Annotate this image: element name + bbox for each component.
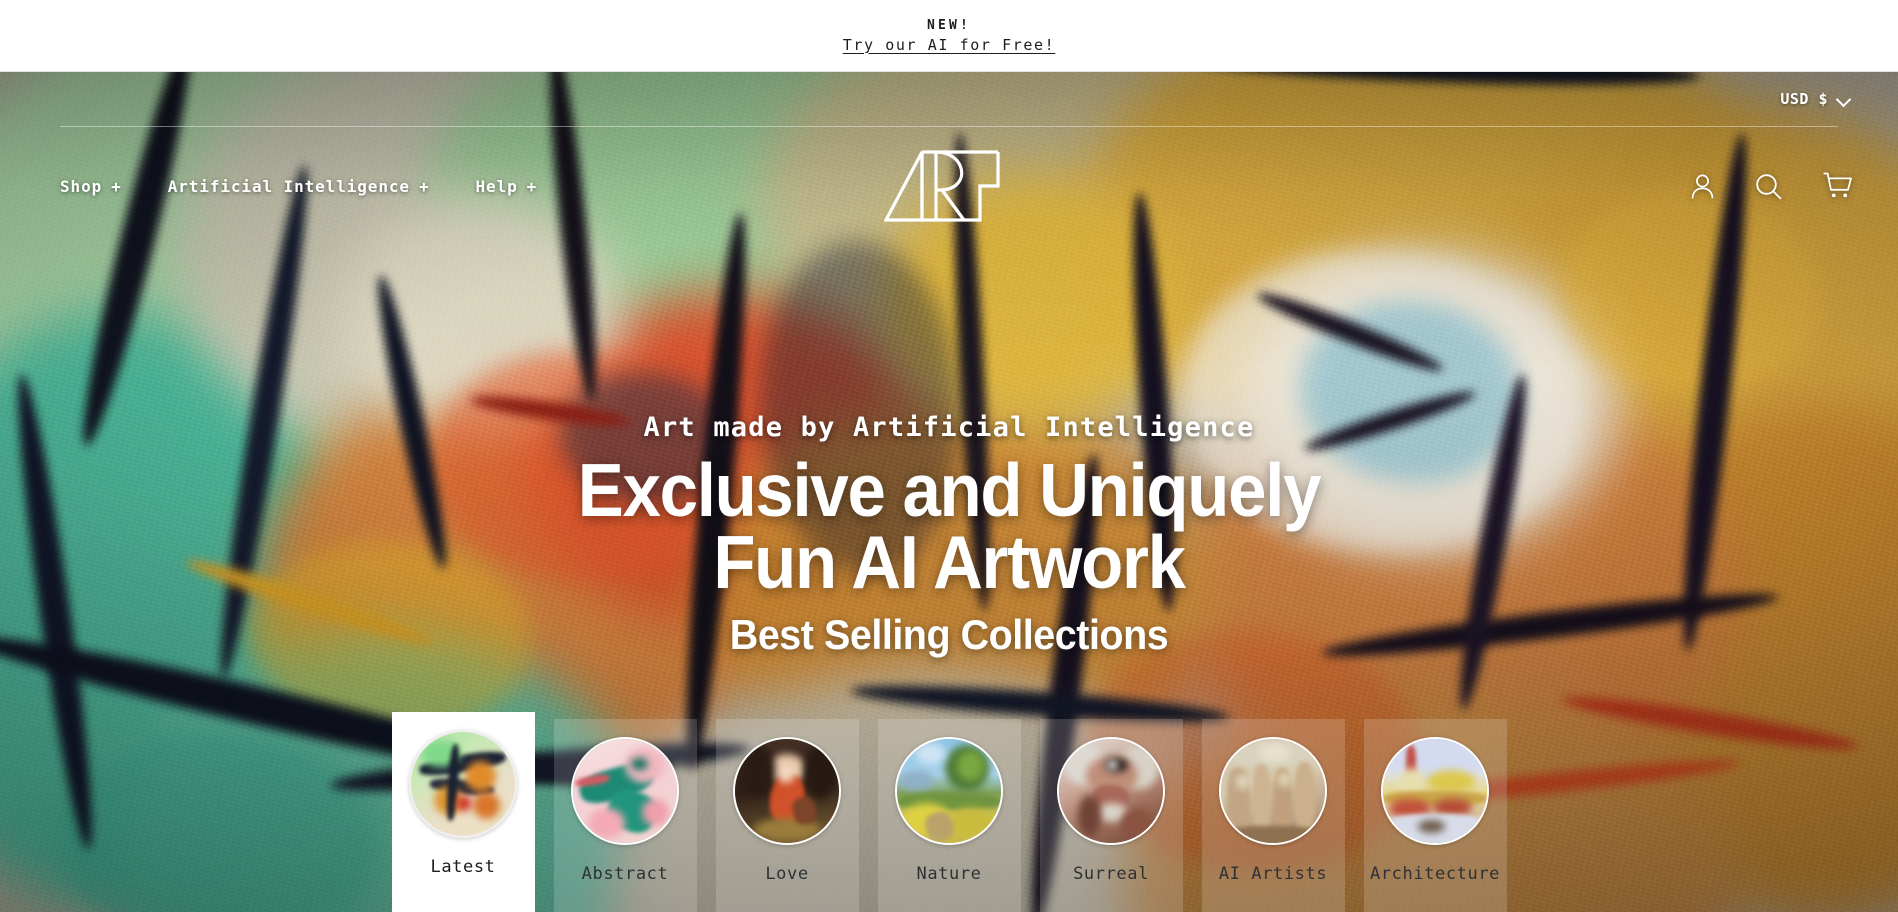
collection-card-nature[interactable]: Nature (877, 719, 1021, 912)
hero-kicker: Art made by Artificial Intelligence (643, 412, 1255, 443)
collection-label: Love (765, 864, 809, 884)
hero-section: USD $ Shop + Artificial Intelligence + Hel… (0, 72, 1898, 912)
collection-thumbnail (1219, 737, 1327, 845)
collection-card-ai-artists[interactable]: AI Artists (1201, 719, 1345, 912)
announcement-cta-link[interactable]: Try our AI for Free! (843, 37, 1056, 53)
collection-label: AI Artists (1218, 864, 1328, 884)
site-logo[interactable] (883, 150, 1014, 222)
announcement-bar: NEW! Try our AI for Free! (0, 0, 1898, 72)
currency-selector[interactable]: USD $ (1780, 90, 1850, 108)
nav-item-help-plus-icon: + (526, 176, 538, 196)
nav-item-artificial-intelligence[interactable]: Artificial Intelligence + (168, 169, 430, 204)
collection-thumbnail (571, 737, 679, 845)
nav-item-shop-plus-icon: + (111, 176, 122, 196)
collections-carousel: Latest Abstract Love Nature Surreal AI A… (0, 712, 1898, 912)
nav-item-shop[interactable]: Shop + (60, 169, 122, 204)
collection-thumbnail (1381, 737, 1489, 845)
search-icon[interactable] (1755, 173, 1782, 200)
hero-copy: Art made by Artificial Intelligence Excl… (0, 412, 1898, 659)
collection-thumbnail (409, 730, 517, 838)
nav-item-ai-label: Artificial Intelligence (167, 176, 410, 196)
art-monogram-icon (883, 150, 1000, 222)
collection-card-latest[interactable]: Latest (391, 712, 535, 912)
site-header: Shop + Artificial Intelligence + Help + (0, 126, 1898, 246)
cart-icon[interactable] (1822, 172, 1852, 200)
collection-label: Nature (916, 864, 982, 884)
nav-item-help-label: Help (475, 176, 518, 196)
nav-item-ai-plus-icon: + (418, 176, 430, 196)
collection-label: Surreal (1073, 864, 1149, 884)
nav-item-shop-label: Shop (60, 176, 103, 196)
collection-thumbnail (1057, 737, 1165, 845)
hero-subheadline: Best Selling Collections (729, 611, 1169, 659)
collection-card-architecture[interactable]: Architecture (1363, 719, 1507, 912)
collection-label: Abstract (581, 864, 669, 884)
nav-item-help[interactable]: Help + (476, 169, 538, 204)
collection-label: Latest (430, 857, 496, 877)
chevron-down-icon (1837, 93, 1850, 106)
hero-headline-line-1: Exclusive and Uniquely (577, 448, 1322, 533)
collection-card-abstract[interactable]: Abstract (553, 719, 697, 912)
collection-card-love[interactable]: Love (715, 719, 859, 912)
currency-label: USD $ (1780, 90, 1828, 108)
collection-card-surreal[interactable]: Surreal (1039, 719, 1183, 912)
collection-thumbnail (733, 737, 841, 845)
header-actions (1690, 126, 1852, 246)
account-icon[interactable] (1690, 173, 1715, 200)
hero-headline-line-2: Fun AI Artwork (713, 520, 1186, 605)
main-navigation: Shop + Artificial Intelligence + Help + (60, 126, 583, 246)
hero-headline: Exclusive and Uniquely Fun AI Artwork (76, 448, 1822, 605)
collection-thumbnail (895, 737, 1003, 845)
collection-label: Architecture (1369, 864, 1501, 884)
utility-row: USD $ (0, 72, 1898, 126)
announcement-new-label: NEW! (926, 17, 972, 33)
